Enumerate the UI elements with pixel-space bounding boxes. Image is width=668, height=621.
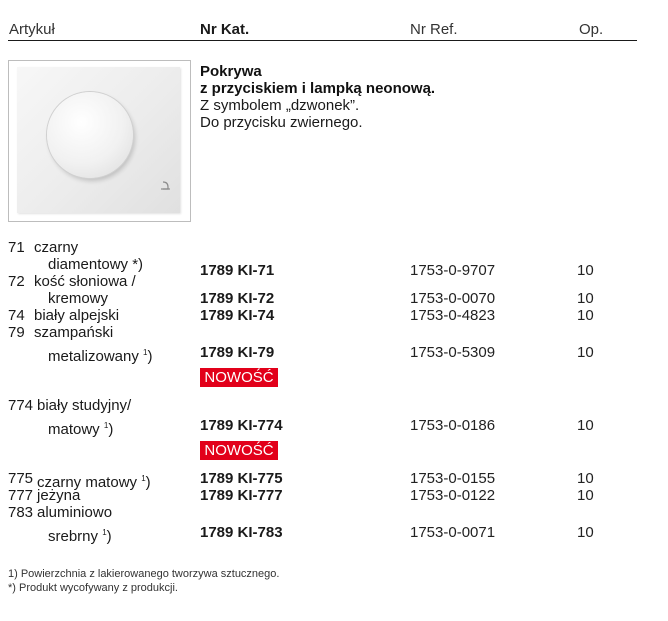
row-number: 79: [8, 324, 25, 341]
row-number: 71: [8, 239, 25, 256]
row-catalog-number: 1789 KI-774: [200, 417, 283, 434]
row-package-qty: 10: [577, 417, 594, 434]
row-number: 774: [8, 397, 34, 414]
product-table: 71 czarny diamentowy *) 1789 KI-71 1753-…: [0, 0, 668, 621]
row-name-cont: diamentowy *): [48, 256, 144, 273]
row-catalog-number: 1789 KI-71: [200, 262, 275, 279]
row-name-cont: matowy 1): [48, 421, 114, 438]
row-number: 74: [8, 307, 25, 324]
row-name: kość słoniowa /: [34, 273, 136, 290]
row-name: jeżyna: [37, 487, 81, 504]
row-name: aluminiowo: [37, 504, 113, 521]
row-reference-number: 1753-0-9707: [410, 262, 496, 279]
row-package-qty: 10: [577, 524, 594, 541]
row-package-qty: 10: [577, 487, 594, 504]
row-catalog-number: 1789 KI-783: [200, 524, 283, 541]
row-catalog-number: 1789 KI-777: [200, 487, 283, 504]
row-name-cont: metalizowany 1): [48, 348, 153, 365]
row-reference-number: 1753-0-4823: [410, 307, 496, 324]
row-package-qty: 10: [577, 262, 594, 279]
row-name: biały alpejski: [34, 307, 120, 324]
row-reference-number: 1753-0-0070: [410, 290, 496, 307]
footnote-surface: 1) Powierzchnia z lakierowanego tworzywa…: [8, 568, 280, 580]
row-name-cont: kremowy: [48, 290, 109, 307]
row-name: biały studyjny/: [37, 397, 132, 414]
row-reference-number: 1753-0-5309: [410, 344, 496, 361]
row-number: 777: [8, 487, 34, 504]
row-reference-number: 1753-0-0071: [410, 524, 496, 541]
row-reference-number: 1753-0-0122: [410, 487, 496, 504]
row-name: szampański: [34, 324, 114, 341]
row-package-qty: 10: [577, 290, 594, 307]
row-catalog-number: 1789 KI-74: [200, 307, 275, 324]
row-package-qty: 10: [577, 344, 594, 361]
row-name: czarny: [34, 239, 79, 256]
row-number: 783: [8, 504, 34, 521]
new-badge: NOWOŚĆ: [200, 441, 278, 460]
row-catalog-number: 1789 KI-775: [200, 470, 283, 487]
row-reference-number: 1753-0-0186: [410, 417, 496, 434]
footnote-discontinued: *) Produkt wycofywany z produkcji.: [8, 582, 178, 594]
row-reference-number: 1753-0-0155: [410, 470, 496, 487]
row-package-qty: 10: [577, 307, 594, 324]
row-catalog-number: 1789 KI-79: [200, 344, 275, 361]
row-package-qty: 10: [577, 470, 594, 487]
row-number: 72: [8, 273, 25, 290]
new-badge: NOWOŚĆ: [200, 368, 278, 387]
row-catalog-number: 1789 KI-72: [200, 290, 275, 307]
row-name-cont: srebrny 1): [48, 528, 112, 545]
row-number: 775: [8, 470, 34, 487]
